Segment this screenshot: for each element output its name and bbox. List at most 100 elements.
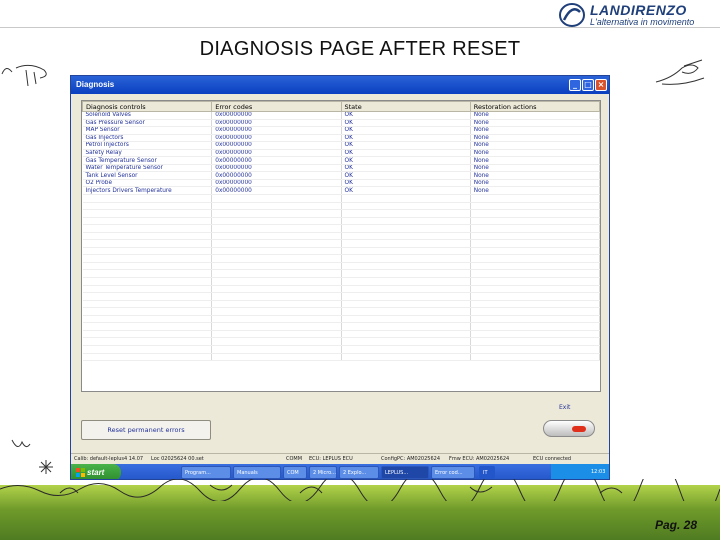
table-row[interactable]: Gas Injectors 0x00000000 OK None [82, 134, 600, 143]
cell-diagnosis-control: Gas Temperature Sensor [82, 156, 213, 165]
cell-error-code: 0x00000000 [211, 141, 342, 150]
table-row[interactable]: Injectors Drivers Temperature 0x00000000 O… [82, 186, 600, 195]
empty-cell [470, 345, 600, 354]
empty-table-row [82, 307, 600, 316]
table-row[interactable]: Safety Relay 0x00000000 OK None [82, 149, 600, 158]
cell-state: OK [341, 164, 471, 173]
empty-cell [470, 232, 600, 241]
taskbar-item[interactable]: COM [283, 466, 307, 479]
empty-cell [341, 337, 471, 346]
clock: 12:03 [591, 469, 606, 475]
empty-cell [470, 247, 600, 256]
reset-button-label: Reset permanent errors [107, 426, 185, 434]
empty-cell [211, 239, 342, 248]
cell-state: OK [341, 126, 471, 135]
empty-cell [470, 285, 600, 294]
empty-table-row [82, 262, 600, 271]
cell-state: OK [341, 134, 471, 143]
cell-restoration-action: None [470, 134, 600, 143]
empty-cell [211, 307, 342, 316]
empty-table-row [82, 254, 600, 263]
empty-cell [82, 322, 213, 331]
taskbar-item[interactable]: 2 Micro... [309, 466, 337, 479]
doodle-icon [1, 64, 47, 87]
empty-cell [211, 209, 342, 218]
language-indicator[interactable]: IT [479, 466, 495, 479]
taskbar-item[interactable]: Manuals [233, 466, 281, 479]
cell-error-code: 0x00000000 [211, 164, 342, 173]
empty-cell [341, 322, 471, 331]
taskbar-item[interactable]: LEPLUS... [381, 466, 429, 479]
empty-cell [82, 285, 213, 294]
empty-cell [82, 232, 213, 241]
taskbar-item[interactable]: 2 Explo... [339, 466, 379, 479]
table-row[interactable]: Solenoid Valves 0x00000000 OK None [82, 111, 600, 120]
exit-label: Exit [559, 404, 571, 411]
reset-permanent-errors-button[interactable]: Reset permanent errors [81, 420, 211, 440]
empty-cell [211, 353, 342, 362]
cell-restoration-action: None [470, 156, 600, 165]
empty-cell [470, 353, 600, 362]
empty-cell [211, 247, 342, 256]
taskbar-item[interactable]: Program... [181, 466, 231, 479]
empty-cell [341, 315, 471, 324]
cell-error-code: 0x00000000 [211, 156, 342, 165]
empty-cell [82, 277, 213, 286]
table-row[interactable]: O2 Probe 0x00000000 OK None [82, 179, 600, 188]
empty-cell [82, 315, 213, 324]
exit-button[interactable] [543, 420, 595, 437]
cell-state: OK [341, 149, 471, 158]
table-row[interactable]: MAP Sensor 0x00000000 OK None [82, 126, 600, 135]
diagnosis-grid[interactable]: Diagnosis controls Error codes State Res… [81, 100, 601, 392]
column-header-error-codes[interactable]: Error codes [211, 101, 342, 112]
maximize-button[interactable]: □ [582, 79, 594, 91]
empty-cell [82, 239, 213, 248]
exit-indicator-icon [572, 426, 586, 432]
empty-cell [341, 232, 471, 241]
cell-state: OK [341, 179, 471, 188]
empty-cell [341, 209, 471, 218]
empty-cell [82, 345, 213, 354]
cell-restoration-action: None [470, 119, 600, 128]
app-screenshot: Diagnosis _ □ × Diagnosis controls Error… [70, 75, 610, 480]
cell-restoration-action: None [470, 186, 600, 195]
column-header-restoration-actions[interactable]: Restoration actions [469, 101, 600, 112]
table-row[interactable]: Petrol Injectors 0x00000000 OK None [82, 141, 600, 150]
column-header-state[interactable]: State [340, 101, 471, 112]
cell-restoration-action: None [470, 171, 600, 180]
cell-state: OK [341, 119, 471, 128]
window-titlebar[interactable]: Diagnosis [71, 76, 609, 94]
status-config: ConfigPC: AM02025624 [381, 456, 441, 462]
table-row[interactable]: Tank Level Sensor 0x00000000 OK None [82, 171, 600, 180]
empty-cell [82, 224, 213, 233]
empty-cell [470, 307, 600, 316]
close-button[interactable]: × [595, 79, 607, 91]
cell-state: OK [341, 111, 471, 120]
empty-cell [341, 224, 471, 233]
empty-cell [211, 224, 342, 233]
doodle-icon [39, 460, 53, 474]
empty-table-row [82, 247, 600, 256]
empty-cell [211, 254, 342, 263]
table-row[interactable]: Water Temperature Sensor 0x00000000 OK None [82, 164, 600, 173]
start-button[interactable]: start [71, 464, 121, 479]
brand-tagline: L'alternativa in movimento [590, 17, 695, 27]
empty-cell [341, 262, 471, 271]
empty-table-row [82, 345, 600, 354]
minimize-button[interactable]: _ [569, 79, 581, 91]
taskbar-item[interactable]: Error cod... [431, 466, 475, 479]
table-row[interactable]: Gas Temperature Sensor 0x00000000 OK None [82, 156, 600, 165]
cell-restoration-action: None [470, 179, 600, 188]
empty-table-row [82, 217, 600, 226]
table-row[interactable]: Gas Pressure Sensor 0x00000000 OK None [82, 119, 600, 128]
cell-diagnosis-control: Petrol Injectors [82, 141, 213, 150]
status-comm: COMM [286, 456, 303, 462]
empty-cell [211, 217, 342, 226]
empty-cell [211, 262, 342, 271]
empty-cell [341, 194, 471, 203]
cell-state: OK [341, 141, 471, 150]
empty-cell [341, 353, 471, 362]
column-header-diagnosis-controls[interactable]: Diagnosis controls [82, 101, 213, 112]
cell-restoration-action: None [470, 141, 600, 150]
start-label: start [87, 468, 105, 477]
